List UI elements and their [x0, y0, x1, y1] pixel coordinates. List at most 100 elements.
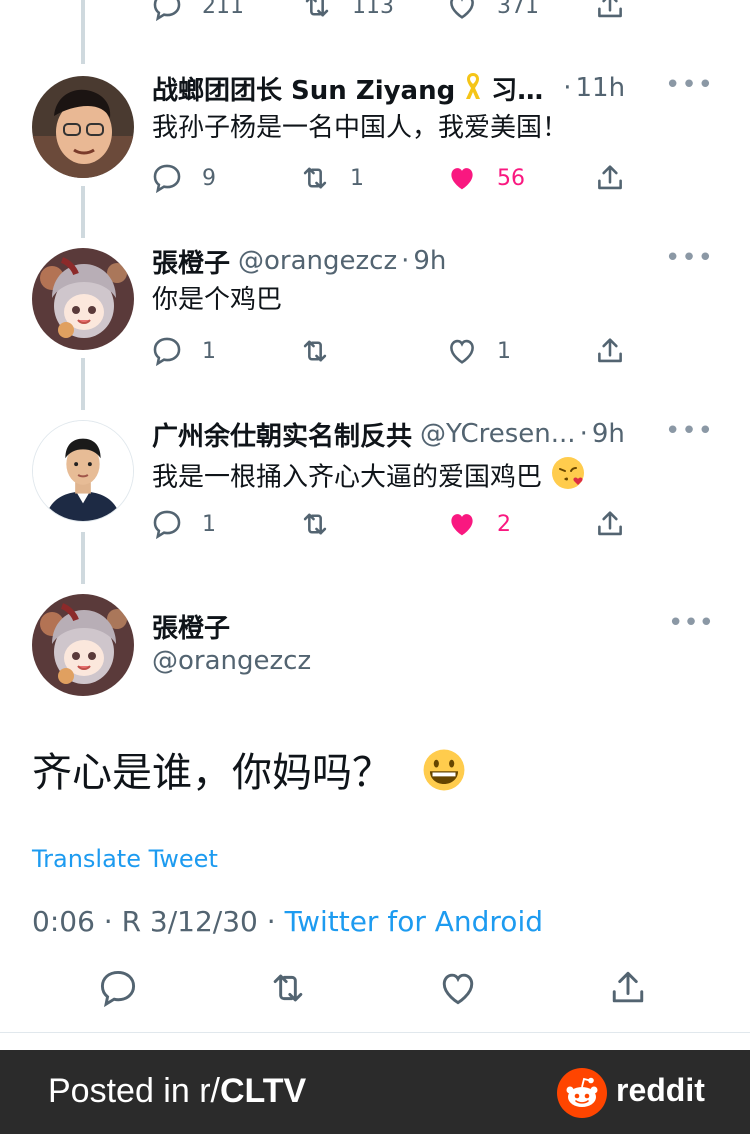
reply-count: 1 — [202, 511, 216, 537]
face-blowing-kiss-icon — [550, 455, 586, 501]
reply-icon — [100, 970, 136, 1008]
posted-in-label: Posted in r/CLTV — [48, 1072, 306, 1111]
posted-prefix: Posted in r/ — [48, 1072, 220, 1110]
like-count: 2 — [497, 511, 511, 537]
source-app-link[interactable]: Twitter for Android — [285, 905, 543, 938]
like-button[interactable]: 371 — [445, 0, 539, 26]
share-button[interactable] — [593, 331, 627, 371]
reply-count: 211 — [202, 0, 244, 19]
like-button[interactable]: 1 — [445, 331, 511, 371]
tweet-text: 我是一根捅入齐心大逼的爱国鸡巴 — [152, 455, 710, 501]
tweet-text: 你是个鸡巴 — [152, 285, 283, 315]
tweet-time[interactable]: 9h — [413, 246, 446, 276]
tweet-actions: 1 2 — [150, 504, 630, 544]
retweet-button[interactable]: 1 — [298, 158, 364, 198]
display-name[interactable]: 張橙子 — [152, 608, 230, 645]
reply-button[interactable] — [96, 966, 140, 1010]
user-handle[interactable]: @YCresen... — [420, 419, 576, 449]
more-icon[interactable]: ••• — [665, 243, 714, 273]
reply-icon — [153, 164, 181, 194]
main-tweet-text: 齐心是谁，你妈吗？ — [32, 740, 467, 803]
separator-dot: · — [579, 419, 588, 449]
retweet-count: 1 — [350, 165, 364, 191]
translate-tweet-link[interactable]: Translate Tweet — [32, 845, 218, 873]
share-icon — [598, 511, 622, 536]
separator-dot: · — [401, 246, 410, 276]
like-count: 1 — [497, 338, 511, 364]
tweet-text-content: 我是一根捅入齐心大逼的爱国鸡巴 — [152, 462, 543, 493]
display-name[interactable]: 广州余仕朝实名制反共 — [152, 416, 412, 452]
user-handle[interactable]: @orangezcz — [238, 246, 397, 276]
avatar[interactable] — [32, 594, 134, 696]
like-button[interactable] — [436, 966, 480, 1010]
tweet-meta: 0:06 · R 3/12/30 · Twitter for Android — [32, 905, 543, 938]
display-name[interactable]: 張橙子 — [152, 243, 230, 279]
thread-line — [81, 532, 85, 584]
subreddit-link[interactable]: CLTV — [220, 1072, 306, 1110]
retweet-button[interactable] — [266, 966, 310, 1010]
reddit-logo-icon — [557, 1068, 607, 1118]
tweet-actions-previous: 211 113 371 — [150, 0, 630, 22]
user-handle[interactable]: @orangezcz — [152, 646, 311, 676]
reply-button[interactable]: 1 — [150, 331, 216, 371]
like-button[interactable]: 2 — [445, 504, 511, 544]
avatar[interactable] — [32, 420, 134, 522]
display-name-suffix: 习… — [491, 75, 544, 106]
avatar[interactable] — [32, 76, 134, 178]
share-icon — [612, 971, 644, 1003]
avatar-photo-icon — [32, 76, 134, 178]
main-tweet-text-content: 齐心是谁，你妈吗？ — [32, 750, 392, 796]
like-count: 371 — [497, 0, 539, 19]
tweet-actions: 9 1 56 — [150, 158, 630, 198]
tweet-time[interactable]: 11h — [576, 73, 626, 103]
heart-icon — [450, 339, 474, 364]
retweet-icon — [303, 167, 327, 189]
more-icon[interactable]: ••• — [668, 608, 714, 638]
like-button[interactable]: 56 — [445, 158, 525, 198]
tweet-time[interactable]: 9h — [592, 419, 625, 449]
reply-button[interactable]: 211 — [150, 0, 244, 26]
share-icon — [598, 338, 622, 363]
tweet-actions: 1 1 — [150, 331, 630, 371]
tweet-timestamp: 0:06 · R 3/12/30 — [32, 905, 258, 938]
retweet-button[interactable] — [298, 504, 332, 544]
share-button[interactable] — [593, 158, 627, 198]
avatar-photo-icon — [33, 421, 133, 521]
separator-dot: · — [563, 73, 572, 103]
reply-count: 1 — [202, 338, 216, 364]
heart-icon — [450, 0, 474, 19]
tweet-header: 張橙子 @orangezcz · 9h — [152, 243, 730, 279]
reply-button[interactable]: 9 — [150, 158, 216, 198]
thread-line — [81, 186, 85, 238]
grinning-face-icon — [421, 747, 467, 803]
reply-icon — [153, 337, 181, 367]
retweet-icon — [305, 0, 329, 17]
retweet-button[interactable] — [298, 331, 332, 371]
thread-line — [81, 0, 85, 64]
anime-avatar-icon — [32, 594, 134, 696]
reddit-footer: Posted in r/CLTV reddit — [0, 1050, 750, 1134]
reply-count: 9 — [202, 165, 216, 191]
share-button[interactable] — [593, 504, 627, 544]
main-tweet-actions — [0, 966, 750, 1018]
reply-icon — [153, 0, 181, 22]
reply-button[interactable]: 1 — [150, 504, 216, 544]
heart-filled-icon — [451, 514, 473, 536]
thread-line — [81, 358, 85, 410]
retweet-icon — [303, 513, 327, 535]
separator-dot: · — [266, 905, 276, 938]
more-icon[interactable]: ••• — [665, 416, 714, 446]
yellow-ribbon-icon — [461, 71, 485, 105]
share-icon — [598, 0, 622, 18]
tweet-header: 广州余仕朝实名制反共 @YCresen... · 9h — [152, 416, 730, 452]
retweet-button[interactable]: 113 — [300, 0, 394, 26]
share-button[interactable] — [606, 966, 650, 1010]
more-icon[interactable]: ••• — [665, 70, 714, 100]
anime-avatar-icon — [32, 248, 134, 350]
share-button[interactable] — [593, 0, 627, 26]
reply-icon — [153, 510, 181, 540]
reddit-wordmark: reddit — [616, 1072, 705, 1108]
display-name[interactable]: 战螂团团长 Sun Ziyang — [152, 70, 455, 106]
retweet-icon — [273, 974, 303, 1002]
avatar[interactable] — [32, 248, 134, 350]
